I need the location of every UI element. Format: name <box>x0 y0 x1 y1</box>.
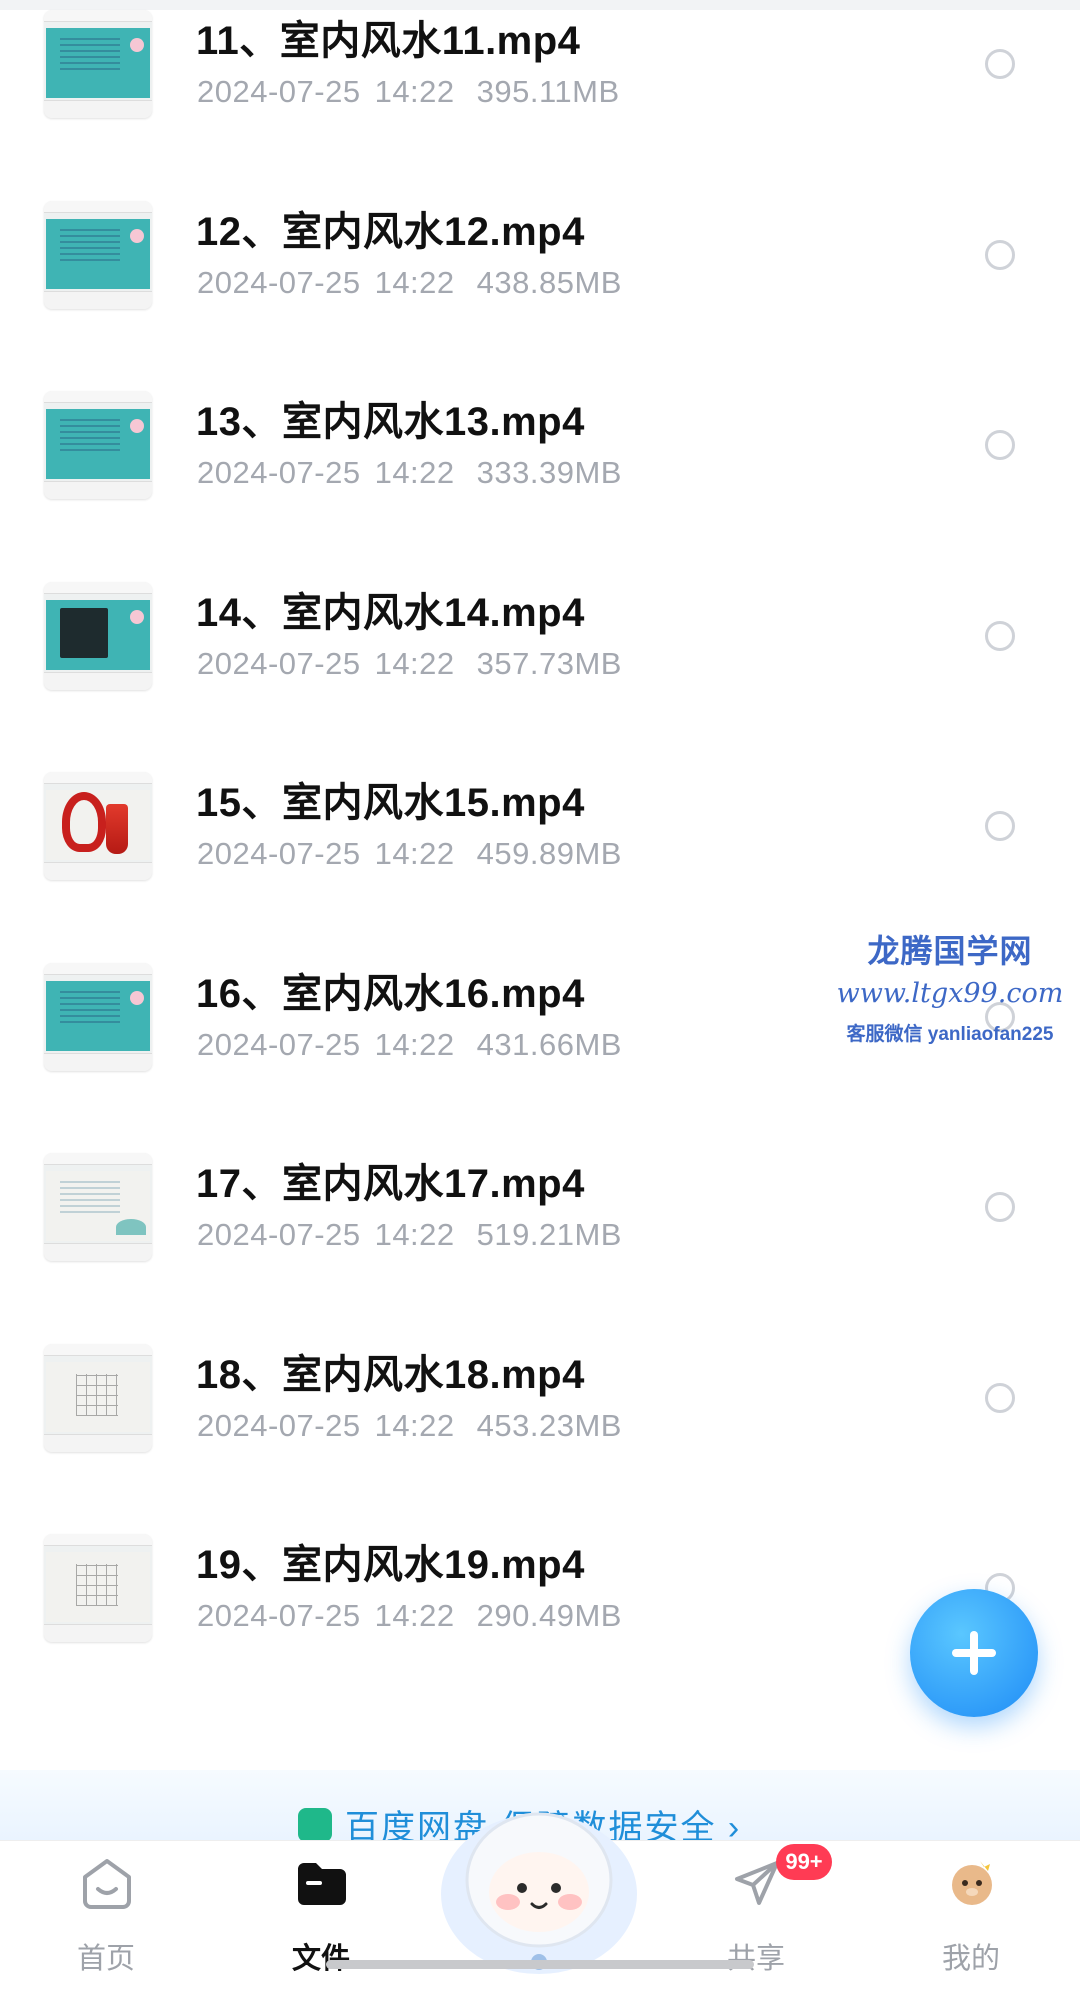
file-name: 16、室内风水16.mp4 <box>196 971 585 1016</box>
home-icon <box>83 1859 131 1909</box>
file-name: 11、室内风水11.mp4 <box>196 19 581 63</box>
file-name: 14、室内风水14.mp4 <box>196 590 585 635</box>
file-date: 2024-07-25 <box>197 74 361 109</box>
file-meta: 2024-07-25 14:22 438.85MB <box>197 265 622 301</box>
file-time: 14:22 <box>374 645 455 681</box>
share-badge: 99+ <box>776 1844 832 1880</box>
watermark-url: www.ltgx99.com <box>836 978 1064 1009</box>
select-checkbox[interactable] <box>985 430 1015 460</box>
file-size: 453.23MB <box>476 1407 622 1443</box>
file-meta: 2024-07-25 14:22 519.21MB <box>197 1217 622 1253</box>
file-size: 290.49MB <box>476 1598 622 1633</box>
file-date: 2024-07-25 <box>197 264 361 300</box>
file-time: 14:22 <box>374 1217 455 1252</box>
folder-icon <box>298 1863 346 1905</box>
file-date: 2024-07-25 <box>197 1598 361 1633</box>
watermark: 龙腾国学网 www.ltgx99.com 客服微信 yanliaofan225 <box>820 926 1080 1046</box>
file-time: 14:22 <box>374 836 455 871</box>
file-meta: 2024-07-25 14:22 333.39MB <box>197 455 622 491</box>
file-time: 14:22 <box>374 74 455 109</box>
select-checkbox[interactable] <box>985 49 1015 79</box>
video-thumbnail[interactable] <box>44 1534 152 1642</box>
file-meta: 2024-07-25 14:22 459.89MB <box>197 836 622 872</box>
file-date: 2024-07-25 <box>197 836 361 871</box>
video-thumbnail[interactable] <box>44 200 152 309</box>
add-button[interactable] <box>910 1589 1038 1717</box>
video-thumbnail[interactable] <box>44 1153 152 1261</box>
file-size: 333.39MB <box>476 455 622 490</box>
file-meta: 2024-07-25 14:22 357.73MB <box>197 646 622 682</box>
file-date: 2024-07-25 <box>197 645 361 681</box>
file-meta: 2024-07-25 14:22 395.11MB <box>197 74 620 110</box>
file-name: 19、室内风水19.mp4 <box>196 1543 585 1587</box>
tab-home[interactable]: 首页 <box>31 1841 181 1992</box>
file-row[interactable]: 17、室内风水17.mp4 2024-07-25 14:22 519.21MB <box>0 1145 1080 1336</box>
file-meta: 2024-07-25 14:22 431.66MB <box>197 1027 622 1063</box>
select-checkbox[interactable] <box>985 239 1015 270</box>
file-name: 17、室内风水17.mp4 <box>196 1162 585 1206</box>
file-time: 14:22 <box>374 1026 455 1062</box>
tab-mine[interactable]: 我的 <box>896 1841 1046 1992</box>
file-date: 2024-07-25 <box>197 1026 361 1062</box>
select-checkbox[interactable] <box>985 1382 1015 1413</box>
select-checkbox[interactable] <box>985 811 1015 841</box>
tab-share-label: 共享 <box>726 1943 785 1975</box>
file-row[interactable]: 12、室内风水12.mp4 2024-07-25 14:22 438.85MB <box>0 193 1080 384</box>
mascot-icon[interactable] <box>436 1784 642 1978</box>
file-time: 14:22 <box>374 455 455 490</box>
video-thumbnail[interactable] <box>44 10 152 118</box>
file-size: 431.66MB <box>476 1026 622 1062</box>
video-thumbnail[interactable] <box>44 1343 152 1452</box>
tab-files-label: 文件 <box>291 1943 350 1975</box>
file-meta: 2024-07-25 14:22 453.23MB <box>197 1408 622 1444</box>
file-date: 2024-07-25 <box>197 1407 361 1443</box>
file-row[interactable]: 11、室内风水11.mp4 2024-07-25 14:22 395.11MB <box>0 2 1080 193</box>
file-size: 357.73MB <box>476 645 622 681</box>
tab-files[interactable]: 文件 <box>246 1841 396 1992</box>
video-thumbnail[interactable] <box>44 581 152 690</box>
video-thumbnail[interactable] <box>44 772 152 880</box>
file-name: 13、室内风水13.mp4 <box>196 400 585 444</box>
video-thumbnail[interactable] <box>44 962 152 1071</box>
select-checkbox[interactable] <box>985 620 1015 651</box>
profile-avatar-icon <box>952 1861 992 1905</box>
file-size: 459.89MB <box>476 836 622 871</box>
file-row[interactable]: 13、室内风水13.mp4 2024-07-25 14:22 333.39MB <box>0 383 1080 574</box>
file-name: 18、室内风水18.mp4 <box>196 1352 585 1397</box>
tab-mine-label: 我的 <box>941 1943 1000 1975</box>
file-row[interactable]: 14、室内风水14.mp4 2024-07-25 14:22 357.73MB <box>0 574 1080 765</box>
tab-home-label: 首页 <box>76 1943 135 1975</box>
file-size: 519.21MB <box>476 1217 622 1252</box>
select-checkbox[interactable] <box>985 1192 1015 1222</box>
shield-icon <box>298 1808 332 1840</box>
plus-icon <box>952 1631 996 1675</box>
file-meta: 2024-07-25 14:22 290.49MB <box>197 1598 622 1634</box>
file-name: 15、室内风水15.mp4 <box>196 781 585 825</box>
home-indicator <box>326 1960 754 1969</box>
video-thumbnail[interactable] <box>44 391 152 499</box>
watermark-contact: 客服微信 yanliaofan225 <box>846 1024 1054 1045</box>
file-row[interactable]: 18、室内风水18.mp4 2024-07-25 14:22 453.23MB <box>0 1336 1080 1527</box>
file-name: 12、室内风水12.mp4 <box>196 209 585 254</box>
file-size: 395.11MB <box>476 74 620 109</box>
watermark-title: 龙腾国学网 <box>867 932 1033 970</box>
file-size: 438.85MB <box>476 264 622 300</box>
file-date: 2024-07-25 <box>197 1217 361 1252</box>
file-time: 14:22 <box>374 1598 455 1633</box>
file-time: 14:22 <box>374 1407 455 1443</box>
file-time: 14:22 <box>374 264 455 300</box>
file-date: 2024-07-25 <box>197 455 361 490</box>
